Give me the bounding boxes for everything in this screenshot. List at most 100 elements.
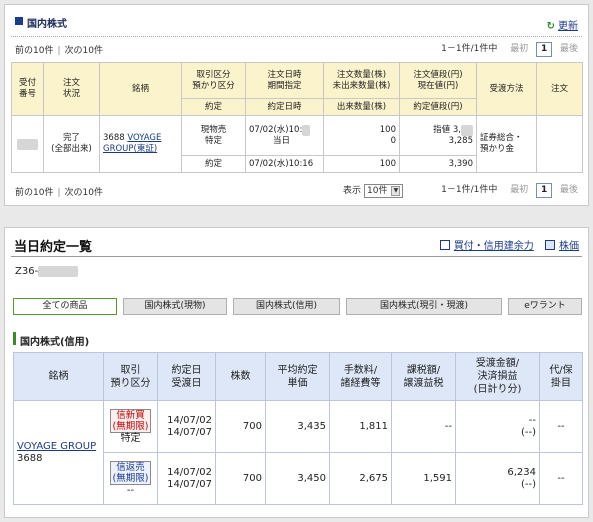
- security-cell: 3688 VOYAGE GROUP(東証): [99, 115, 182, 173]
- executions-table: 銘柄 取引 預り区分 約定日 受渡日 株数 平均約定 単価 手数料/ 諸経費等 …: [13, 352, 583, 505]
- settle-date: 14/07/07: [167, 426, 212, 438]
- unfilled-qty: 0: [390, 135, 396, 146]
- first-page-link[interactable]: 最初: [510, 185, 528, 195]
- table-row: VOYAGE GROUP 3688 信新買 (無期限) 特定 14/07/02 14…: [13, 400, 583, 505]
- col-order-datetime: 注文日時 期間指定: [245, 62, 324, 99]
- first-page-link[interactable]: 最初: [510, 44, 528, 54]
- custody-type: --: [126, 484, 135, 496]
- page-number[interactable]: 1: [536, 183, 553, 198]
- trade-date: 14/07/02: [167, 466, 212, 478]
- order-qty-cell: 100 0: [323, 115, 400, 156]
- refresh-button[interactable]: ↻ 更新: [547, 17, 578, 32]
- fee-cell: 1,811: [329, 400, 392, 453]
- last-page-link[interactable]: 最後: [560, 185, 578, 195]
- period: 当日: [273, 135, 291, 146]
- custody-type: 特定: [120, 432, 141, 444]
- stock-price-icon: [545, 240, 555, 250]
- buying-power-icon: [439, 240, 450, 250]
- settle-pnl: (--): [520, 478, 536, 490]
- settle-pnl: (--): [520, 426, 536, 438]
- settle-cell: -- (--): [455, 400, 540, 453]
- last-page-link[interactable]: 最後: [560, 44, 578, 54]
- table-row: 0000 完了 (全部出来) 3688 VOYAGE GROUP(東証) 現物売…: [11, 115, 583, 173]
- chevron-down-icon: ▼: [391, 185, 401, 196]
- security-cell: VOYAGE GROUP 3688: [13, 400, 104, 505]
- tab-domestic-margin[interactable]: 国内株式(信用): [233, 298, 340, 315]
- col-order-price: 注文値段(円) 現在値(円): [399, 62, 477, 99]
- shares-cell: 700: [215, 400, 266, 453]
- order-status-cell: 完了 (全部出来): [43, 115, 100, 173]
- security-name-link[interactable]: VOYAGE GROUP: [17, 441, 100, 453]
- redacted-price: 0: [461, 124, 473, 136]
- tab-all-products[interactable]: 全ての商品: [13, 298, 117, 315]
- col-security: 銘柄: [13, 352, 104, 401]
- trade-cell: 信新買 (無期限) 特定: [103, 400, 158, 453]
- result-count: 1－1件/1件中: [441, 44, 498, 54]
- product-tabs: 全ての商品 国内株式(現物) 国内株式(信用) 国内株式(現引・現渡) eワラン…: [13, 298, 582, 315]
- order-panel-header: 国内株式 ↻ 更新: [5, 5, 588, 38]
- price-cell: 3,435: [265, 400, 330, 453]
- dates-cell: 14/07/02 14/07/07: [157, 452, 216, 505]
- stock-price-link[interactable]: 株価: [559, 241, 579, 252]
- col-security: 銘柄: [99, 62, 182, 116]
- redacted-time: 0: [302, 124, 311, 136]
- col-pay: 代/保 掛目: [539, 352, 583, 401]
- section-marker: [13, 332, 16, 345]
- header-links: 買付・信用建余力 株価: [439, 237, 579, 252]
- custody-type: 特定: [204, 135, 222, 146]
- page-number[interactable]: 1: [536, 42, 553, 57]
- display-count-select[interactable]: 10件 ▼: [364, 184, 404, 198]
- exec-label-cell: 約定: [181, 155, 246, 173]
- order-datetime: 07/02(水)10:: [249, 124, 303, 135]
- prev-page-link[interactable]: 前の10件: [15, 46, 53, 56]
- order-qty: 100: [379, 124, 396, 135]
- margin-buy-tag: 信新買 (無期限): [109, 408, 152, 433]
- next-page-link[interactable]: 次の10件: [65, 188, 103, 198]
- pay-cell: --: [539, 400, 583, 453]
- settle-amount: --: [528, 414, 536, 426]
- executions-panel: 当日約定一覧 買付・信用建余力 株価 Z36-0 全ての商品 国内株式(現物) …: [4, 227, 589, 518]
- delivery-cell: 証券総合・ 預かり金: [476, 115, 537, 173]
- order-panel: 国内株式 ↻ 更新 前の10件 | 次の10件 1－1件/1件中 最初 1 最後 受付…: [4, 4, 589, 206]
- dates-cell: 14/07/02 14/07/07: [157, 400, 216, 453]
- fee-cell: 2,675: [329, 452, 392, 505]
- order-panel-title: 国内株式: [27, 19, 67, 30]
- settle-amount: 6,234: [507, 466, 536, 478]
- price-cell: 3,450: [265, 452, 330, 505]
- col-delivery: 受渡方法: [476, 62, 537, 116]
- square-bullet-icon: [15, 17, 23, 25]
- col-exec: 約定: [181, 98, 246, 116]
- account-number: Z36-0: [15, 266, 79, 277]
- col-exec-datetime: 約定日時: [245, 98, 324, 116]
- col-order-status: 注文 状況: [43, 62, 100, 116]
- prev-page-link[interactable]: 前の10件: [15, 188, 53, 198]
- col-trade-type: 取引区分 預かり区分: [181, 62, 246, 99]
- tab-domestic-cash[interactable]: 国内株式(現物): [123, 298, 227, 315]
- redacted-receipt-no: 0000: [16, 138, 39, 150]
- trade-type: 現物売: [200, 124, 227, 135]
- refresh-icon: ↻: [546, 21, 555, 32]
- exec-price-cell: 3,390: [399, 155, 477, 173]
- tax-cell: --: [391, 400, 456, 453]
- next-page-link[interactable]: 次の10件: [65, 46, 103, 56]
- col-shares: 株数: [215, 352, 266, 401]
- trade-cell: 信返売 (無期限) --: [103, 452, 158, 505]
- pager-bottom: 前の10件 | 次の10件: [15, 188, 103, 198]
- security-code: 3688: [103, 133, 125, 143]
- settle-date: 14/07/07: [167, 478, 212, 490]
- col-order-qty: 注文数量(株) 未出来数量(株): [323, 62, 400, 99]
- tab-e-warrant[interactable]: eワラント: [508, 298, 582, 315]
- buying-power-link[interactable]: 買付・信用建余力: [454, 241, 534, 252]
- display-label: 表示: [343, 186, 362, 196]
- security-code: 3688: [17, 452, 43, 464]
- pager-top: 前の10件 | 次の10件: [15, 46, 103, 56]
- settle-cell: 6,234 (--): [455, 452, 540, 505]
- tab-domestic-delivery[interactable]: 国内株式(現引・現渡): [346, 298, 502, 315]
- order-datetime-cell: 07/02(水)10:0 当日: [245, 115, 324, 156]
- col-settle: 受渡金額/ 決済損益 (日計り分): [455, 352, 540, 401]
- display-count-value: 10件: [367, 186, 388, 196]
- trade-date: 14/07/02: [167, 414, 212, 426]
- current-price: 3,285: [448, 135, 473, 146]
- col-tax: 課税額/ 譲渡益税: [391, 352, 456, 401]
- page-title: 当日約定一覧: [14, 240, 93, 255]
